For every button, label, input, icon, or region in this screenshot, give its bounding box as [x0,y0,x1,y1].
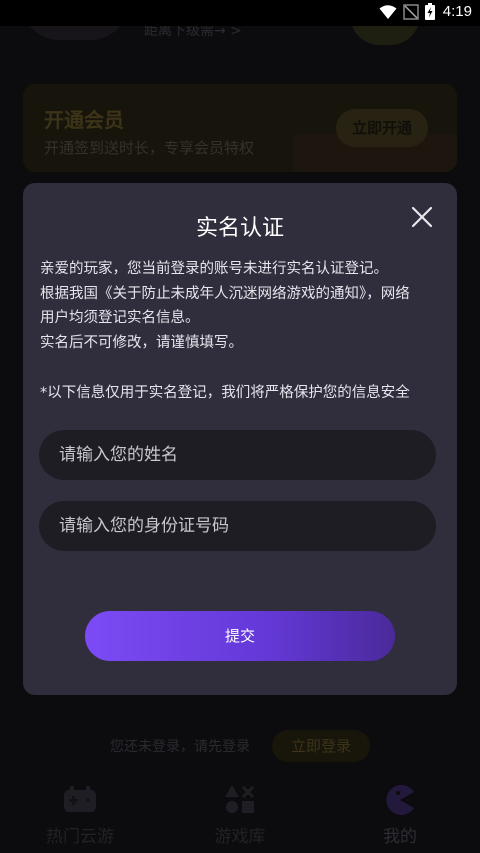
no-signal-icon [403,3,419,20]
close-button[interactable] [408,203,436,231]
wifi-icon [379,4,397,19]
battery-charging-icon [424,3,435,20]
close-icon [411,206,433,228]
privacy-notice: *以下信息仅用于实名登记，我们将严格保护您的信息安全 [40,385,410,401]
dialog-paragraph-line: 根据我国《关于防止未成年人沉迷网络游戏的通知》，网络 [40,285,410,302]
dialog-title: 实名认证 [195,216,284,241]
clock: 4:19 [442,3,472,20]
name-input[interactable] [39,430,436,480]
dialog-paragraph-line: 用户均须登记实名信息。 [40,310,200,326]
id-number-input[interactable] [39,501,436,551]
submit-button[interactable]: 提交 [85,611,395,661]
dialog-paragraph-line: 亲爱的玩家，您当前登录的账号未进行实名认证登记。 [40,261,388,277]
real-name-verification-dialog: 实名认证 亲爱的玩家，您当前登录的账号未进行实名认证登记。 根据我国《关于防止未… [23,183,457,695]
status-bar: 4:19 [0,0,480,26]
dialog-paragraph-line: 实名后不可修改，请谨慎填写。 [40,334,243,351]
